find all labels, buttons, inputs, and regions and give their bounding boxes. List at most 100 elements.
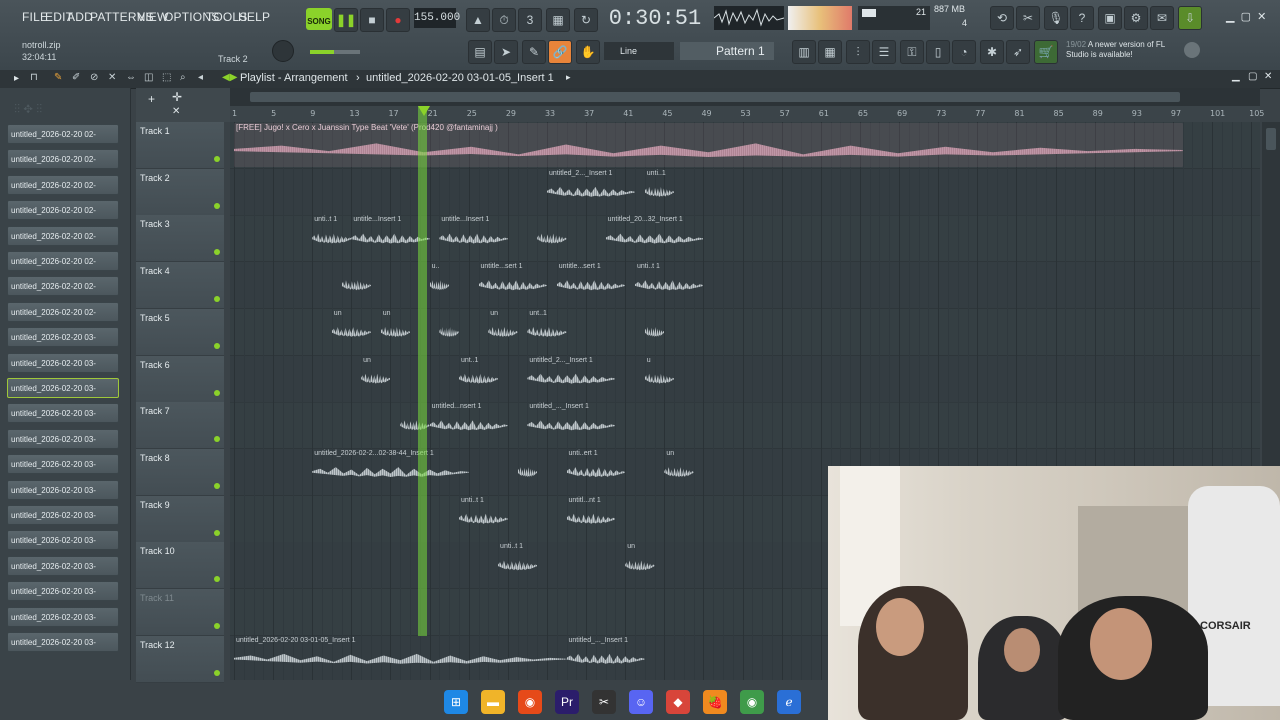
chrome-icon[interactable]: ◉ <box>518 690 542 714</box>
folder-icon[interactable]: ▬ <box>481 690 505 714</box>
close-icon[interactable]: ✕ <box>1257 11 1266 23</box>
overview-icon[interactable]: ✛ <box>172 90 182 104</box>
pattern-selector[interactable]: Pattern 1 <box>680 42 774 60</box>
track-header[interactable]: Track 10 <box>136 542 224 590</box>
wait-input-button[interactable]: ⏱ <box>492 8 516 32</box>
timeline-ruler[interactable]: 1 5 9 13 17 21 25 29 33 37 41 45 49 53 57 61 65 69 73 77 81 8… <box>230 106 1264 122</box>
track-header[interactable]: Track 9 <box>136 495 224 543</box>
audio-clip[interactable]: u <box>644 357 675 401</box>
scroll-thumb[interactable] <box>1266 128 1276 150</box>
windows-icon[interactable]: ⊞ <box>444 690 468 714</box>
playhead-marker-icon[interactable] <box>418 106 430 116</box>
capcut-icon[interactable]: ✂ <box>592 690 616 714</box>
play-button[interactable]: ❚❚ <box>334 8 358 32</box>
mute-icon[interactable]: ✕ <box>108 72 116 83</box>
audio-clip[interactable] <box>537 216 567 260</box>
record-button[interactable]: ● <box>386 8 410 32</box>
audio-clip[interactable]: untitled...nsert 1 <box>429 403 508 447</box>
window-minimize-icon[interactable]: ▁ <box>1232 71 1240 82</box>
audio-clip[interactable] <box>644 310 665 354</box>
stop-button[interactable]: ■ <box>360 8 384 32</box>
plugin-picker-button[interactable]: ⚿ <box>900 40 924 64</box>
download-button[interactable]: ⇩ <box>1178 6 1202 30</box>
audio-clip[interactable]: untitled_2026-02-20 03-01-05_Insert 1 <box>234 637 567 680</box>
audio-clip[interactable]: un <box>331 310 371 354</box>
discord-icon[interactable]: ☺ <box>629 690 653 714</box>
premiere-icon[interactable]: Pr <box>555 690 579 714</box>
tempo-display[interactable]: 155.000 <box>414 8 460 28</box>
audio-clip[interactable]: untitled_2..._Insert 1 <box>527 357 616 401</box>
track-enable-led[interactable] <box>214 249 220 256</box>
arrangement-icon[interactable]: ◀▶ <box>222 72 237 83</box>
audio-clip[interactable]: un <box>361 357 391 401</box>
browser-button[interactable]: ☰ <box>872 40 896 64</box>
track-enable-led[interactable] <box>214 623 220 629</box>
track-enable-led[interactable] <box>214 576 220 583</box>
track-header[interactable]: Track 4 <box>136 262 224 310</box>
track-header[interactable]: Track 7 <box>136 402 224 450</box>
browser-item[interactable]: untitled_2026-02-20 03- <box>7 403 119 424</box>
news-gear-icon[interactable] <box>1184 42 1200 58</box>
browser-item[interactable]: untitled_2026-02-20 02- <box>7 301 119 322</box>
mixer-button[interactable]: ⫶ <box>846 40 870 64</box>
project-info-button[interactable]: ▯ <box>926 40 950 64</box>
stamp-tool-button[interactable]: ✋ <box>576 40 600 64</box>
browser-item[interactable]: untitled_2026-02-20 02- <box>7 124 119 144</box>
browser-item[interactable]: untitled_2026-02-20 03- <box>7 555 119 576</box>
minimize-icon[interactable]: ▁ <box>1226 11 1234 23</box>
audio-clip[interactable]: untitl...nt 1 <box>566 497 616 541</box>
track-enable-led[interactable] <box>214 482 220 489</box>
browser-item[interactable]: untitled_2026-02-20 02- <box>7 200 119 221</box>
fl-studio-icon[interactable]: 🍓 <box>703 690 727 714</box>
piano-roll-button[interactable]: ▥ <box>792 40 816 64</box>
window-maximize-icon[interactable]: ▢ <box>1248 71 1257 82</box>
zoom-icon[interactable]: ⌕ <box>180 72 186 83</box>
track-lane[interactable] <box>230 402 1260 450</box>
undo-button[interactable]: ⟲ <box>990 6 1014 30</box>
audio-clip[interactable]: u.. <box>429 263 450 307</box>
track-enable-led[interactable] <box>214 436 220 443</box>
save-button[interactable]: ▣ <box>1098 6 1122 30</box>
master-volume-knob[interactable] <box>272 40 294 62</box>
playlist-view-button[interactable]: ▤ <box>468 40 492 64</box>
pencil-icon[interactable]: ✎ <box>54 72 62 83</box>
browser-item[interactable]: untitled_2026-02-20 03- <box>7 454 119 475</box>
track-header[interactable]: Track 12 <box>136 635 224 683</box>
close-icon[interactable]: ✕ <box>172 106 180 117</box>
audio-clip[interactable]: untitled_2026-02-2...02-38-44_Insert 1 <box>312 450 469 494</box>
track-enable-led[interactable] <box>214 342 220 349</box>
browser-item[interactable]: untitled_2026-02-20 03- <box>7 479 119 500</box>
master-pitch-slider[interactable] <box>310 50 360 54</box>
audio-clip[interactable] <box>341 263 371 307</box>
audio-clip[interactable]: unti..t 1 <box>312 216 352 260</box>
tutorial-button[interactable]: ➶ <box>1006 40 1030 64</box>
track-enable-led[interactable] <box>214 156 220 162</box>
maximize-icon[interactable]: ▢ <box>1241 11 1251 23</box>
scroll-thumb[interactable] <box>250 92 1180 102</box>
audio-clip[interactable]: untitled_..._Insert 1 <box>566 637 645 680</box>
browser-item[interactable]: untitled_2026-02-20 03- <box>7 632 119 652</box>
browser-item[interactable]: untitled_2026-02-20 03- <box>7 581 119 602</box>
menu-arrow-icon[interactable]: ▸ <box>14 73 19 84</box>
audio-clip[interactable]: unti..t 1 <box>458 497 508 541</box>
browser-item[interactable]: untitled_2026-02-20 03- <box>7 352 119 373</box>
audio-clip[interactable]: untitle...sert 1 <box>478 263 547 307</box>
audio-clip[interactable]: unti..t 1 <box>634 263 704 307</box>
track-enable-led[interactable] <box>214 296 220 303</box>
audio-clip[interactable]: un <box>488 310 518 354</box>
track-header[interactable]: Track 2 <box>136 168 224 216</box>
browser-item[interactable]: untitled_2026-02-20 02- <box>7 276 119 297</box>
shop-button[interactable]: 🛒 <box>1034 40 1058 64</box>
tools-button[interactable]: ✂ <box>1016 6 1040 30</box>
slice-icon[interactable]: ◫ <box>144 72 153 83</box>
track-enable-led[interactable] <box>214 202 220 209</box>
browser-item[interactable]: untitled_2026-02-20 02- <box>7 149 119 170</box>
plugin-button[interactable]: ⚙ <box>1124 6 1148 30</box>
audio-clip[interactable]: unti..1 <box>644 170 675 214</box>
erase-icon[interactable]: ⊘ <box>90 72 98 83</box>
chat-button[interactable]: ✉ <box>1150 6 1174 30</box>
audio-clip[interactable]: unt..1 <box>527 310 567 354</box>
browser-item[interactable]: untitled_2026-02-20 02- <box>7 174 119 195</box>
browser-item[interactable]: untitled_2026-02-20 03- <box>7 530 119 551</box>
time-scrollbar[interactable] <box>230 88 1260 106</box>
